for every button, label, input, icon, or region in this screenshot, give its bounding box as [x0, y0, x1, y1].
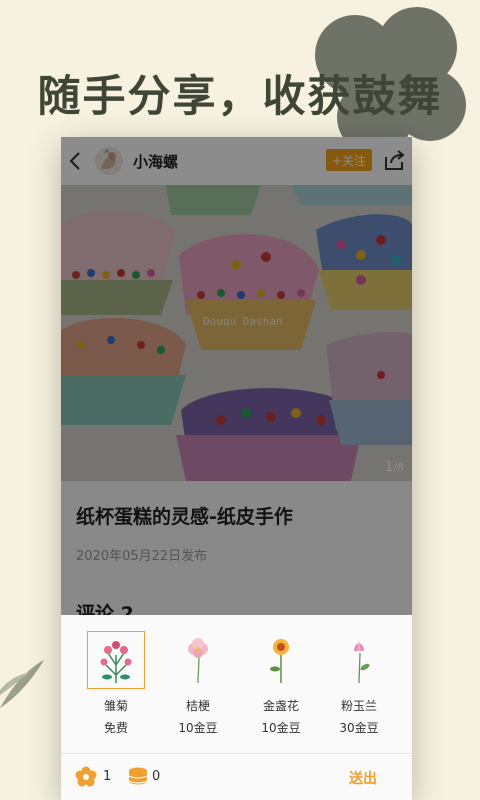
promo-headline: 随手分享，收获鼓舞 — [37, 72, 443, 122]
coin-count: 0 — [152, 769, 161, 784]
coin-stack-icon — [128, 767, 148, 785]
gift-image-box — [87, 631, 145, 689]
gift-name: 粉玉兰 — [340, 699, 377, 713]
gift-name: 桔梗 — [185, 699, 210, 713]
gift-name: 雏菊 — [103, 699, 128, 713]
send-button[interactable]: 送出 — [349, 768, 377, 788]
gift-price: 30金豆 — [339, 721, 379, 735]
gift-item-marigold[interactable]: 金盏花 10金豆 — [251, 631, 311, 735]
gift-image-box — [252, 631, 310, 689]
flower-icon — [75, 766, 97, 787]
gift-item-bellflower[interactable]: 桔梗 10金豆 — [168, 631, 228, 735]
phone-screen: 小海螺 +关注 Douqu Dashan 1/8 纸杯蛋糕的灵感-纸皮手作 20… — [61, 137, 412, 800]
gift-item-pink-magnolia[interactable]: 粉玉兰 30金豆 — [329, 631, 389, 735]
gift-image-box — [169, 631, 227, 689]
gift-price: 10金豆 — [178, 721, 218, 735]
gift-name: 金盏花 — [262, 699, 299, 713]
gift-image-box — [330, 631, 388, 689]
gift-sheet: 雏菊 免费 桔梗 10金豆 金盏花 10金豆 粉玉兰 30金豆 1 0 送出 — [61, 615, 412, 800]
pink-magnolia-icon — [354, 640, 370, 684]
decorative-leaf — [0, 660, 44, 708]
flower-count: 1 — [103, 769, 112, 784]
gift-price: 10金豆 — [261, 721, 301, 735]
sheet-footer: 1 0 送出 — [61, 754, 412, 800]
daisy-bouquet-icon — [100, 641, 132, 683]
marigold-icon — [270, 639, 289, 683]
bellflower-icon — [188, 638, 208, 684]
dim-overlay[interactable] — [61, 137, 412, 615]
gift-item-daisy[interactable]: 雏菊 免费 — [86, 631, 146, 735]
gift-price: 免费 — [103, 721, 128, 735]
